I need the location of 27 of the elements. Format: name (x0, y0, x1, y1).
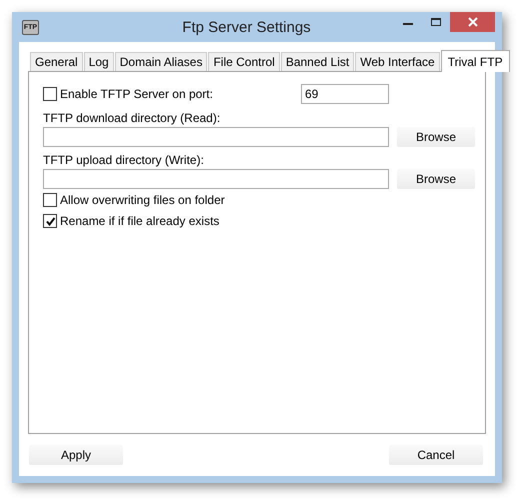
apply-button[interactable]: Apply (29, 445, 123, 465)
field-label: TFTP upload directory (Write): (43, 152, 205, 169)
checkbox[interactable] (43, 193, 57, 207)
tab[interactable]: Web Interface (355, 52, 440, 71)
tab[interactable]: File Control (208, 52, 280, 71)
checkbox-label: Rename if if file already exists (60, 214, 220, 228)
directory-field[interactable] (43, 169, 389, 189)
tab[interactable]: Log (84, 52, 114, 71)
close-icon (466, 17, 478, 27)
checkmark-icon (44, 216, 56, 226)
maximize-icon (430, 17, 442, 27)
checkbox-label: Enable TFTP Server on port: (60, 87, 213, 101)
tab[interactable]: Domain Aliases (114, 52, 208, 71)
checkbox[interactable] (43, 214, 57, 228)
directory-field[interactable] (43, 127, 389, 147)
checkbox[interactable] (43, 87, 57, 101)
close-button[interactable] (450, 12, 495, 32)
field-label: TFTP download directory (Read): (43, 110, 222, 127)
tab[interactable]: Banned List (280, 52, 354, 71)
tab[interactable]: General (30, 52, 83, 71)
cancel-button[interactable]: Cancel (389, 445, 483, 465)
port-field[interactable]: 69 (301, 84, 389, 104)
tab[interactable]: Trival FTP (440, 50, 510, 72)
window-title: Ftp Server Settings (181, 18, 312, 36)
checkbox-label: Allow overwriting files on folder (60, 193, 225, 207)
browse-button[interactable]: Browse (397, 169, 475, 189)
browse-button[interactable]: Browse (397, 127, 475, 147)
